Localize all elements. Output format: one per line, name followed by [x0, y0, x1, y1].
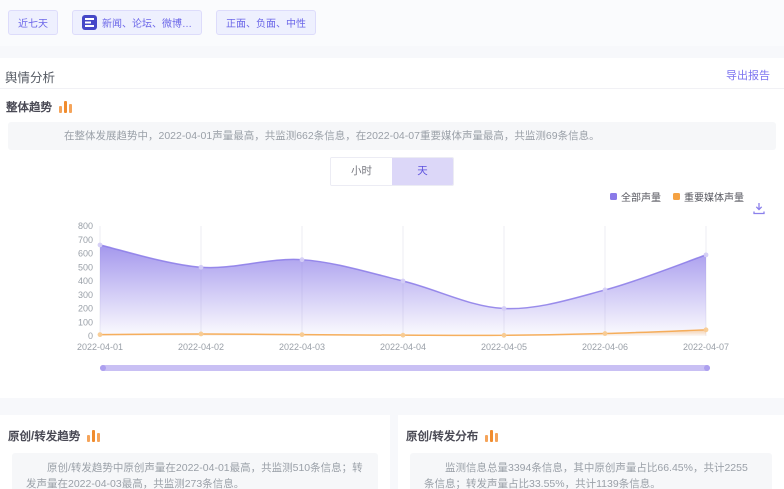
svg-text:2022-04-01: 2022-04-01 — [77, 342, 123, 352]
legend-item-important[interactable]: 重要媒体声量 — [673, 189, 744, 204]
card-header: 舆情分析 导出报告 — [0, 58, 784, 89]
overall-trend-section-header: 整体趋势 — [6, 99, 72, 115]
bar-chart-icon — [59, 101, 72, 113]
overall-trend-summary: 在整体发展趋势中，2022-04-01声量最高，共监测662条信息，在2022-… — [8, 122, 776, 150]
origin-repost-distribution-header: 原创/转发分布 — [406, 428, 498, 444]
svg-text:0: 0 — [88, 331, 93, 341]
origin-repost-trend-title: 原创/转发趋势 — [8, 428, 80, 444]
sentiment-tag[interactable]: 正面、负面、中性 — [216, 10, 316, 35]
trend-area-chart[interactable]: 0 100 200 300 400 500 600 700 800 2022-04-01 2022-… — [75, 204, 740, 354]
svg-text:600: 600 — [78, 249, 93, 259]
filter-bar: 近七天 新闻、论坛、微博… 正面、负面、中性 — [0, 0, 784, 46]
svg-text:2022-04-03: 2022-04-03 — [279, 342, 325, 352]
page: 近七天 新闻、论坛、微博… 正面、负面、中性 舆情分析 导出报告 整体趋势 — [0, 0, 784, 489]
svg-text:2022-04-06: 2022-04-06 — [582, 342, 628, 352]
datazoom-slider[interactable] — [100, 365, 710, 371]
origin-repost-distribution-title: 原创/转发分布 — [406, 428, 478, 444]
toggle-hour-button[interactable]: 小时 — [331, 158, 392, 185]
chart-legend: 全部声量 重要媒体声量 — [610, 189, 744, 204]
bar-chart-icon — [485, 430, 498, 442]
svg-text:2022-04-05: 2022-04-05 — [481, 342, 527, 352]
svg-text:2022-04-02: 2022-04-02 — [178, 342, 224, 352]
filter-tags: 近七天 新闻、论坛、微博… 正面、负面、中性 — [8, 10, 316, 35]
export-report-button[interactable]: 导出报告 — [726, 67, 770, 83]
download-chart-icon[interactable] — [753, 202, 765, 220]
media-source-icon — [82, 15, 97, 30]
svg-text:300: 300 — [78, 290, 93, 300]
svg-text:800: 800 — [78, 221, 93, 231]
origin-repost-distribution-card: 原创/转发分布 监测信息总量3394条信息，其中原创声量占比66.45%，共计2… — [398, 415, 784, 489]
date-range-tag[interactable]: 近七天 — [8, 10, 58, 35]
legend-label-total: 全部声量 — [621, 189, 661, 204]
legend-label-important: 重要媒体声量 — [684, 189, 744, 204]
overall-trend-title: 整体趋势 — [6, 99, 52, 115]
legend-dot-total — [610, 193, 617, 200]
svg-text:200: 200 — [78, 304, 93, 314]
analysis-card: 舆情分析 导出报告 整体趋势 在整体发展趋势中，2022-04-01声量最高，共… — [0, 58, 784, 398]
svg-text:500: 500 — [78, 262, 93, 272]
source-tag[interactable]: 新闻、论坛、微博… — [72, 10, 202, 35]
origin-repost-trend-card: 原创/转发趋势 原创/转发趋势中原创声量在2022-04-01最高，共监测510… — [0, 415, 390, 489]
legend-dot-important — [673, 193, 680, 200]
date-range-label: 近七天 — [18, 15, 48, 30]
svg-text:400: 400 — [78, 276, 93, 286]
toggle-day-button[interactable]: 天 — [392, 158, 453, 185]
granularity-toggle: 小时 天 — [330, 157, 454, 186]
svg-text:700: 700 — [78, 235, 93, 245]
legend-item-total[interactable]: 全部声量 — [610, 189, 661, 204]
sentiment-tag-label: 正面、负面、中性 — [226, 15, 306, 30]
bar-chart-icon — [87, 430, 100, 442]
svg-text:2022-04-07: 2022-04-07 — [683, 342, 729, 352]
origin-repost-trend-header: 原创/转发趋势 — [8, 428, 100, 444]
origin-repost-trend-summary: 原创/转发趋势中原创声量在2022-04-01最高，共监测510条信息；转发声量… — [12, 453, 378, 489]
svg-text:100: 100 — [78, 317, 93, 327]
origin-repost-distribution-summary: 监测信息总量3394条信息，其中原创声量占比66.45%，共计2255条信息；转… — [410, 453, 772, 489]
source-tag-label: 新闻、论坛、微博… — [102, 15, 192, 30]
page-title: 舆情分析 — [5, 67, 55, 86]
svg-text:2022-04-04: 2022-04-04 — [380, 342, 426, 352]
